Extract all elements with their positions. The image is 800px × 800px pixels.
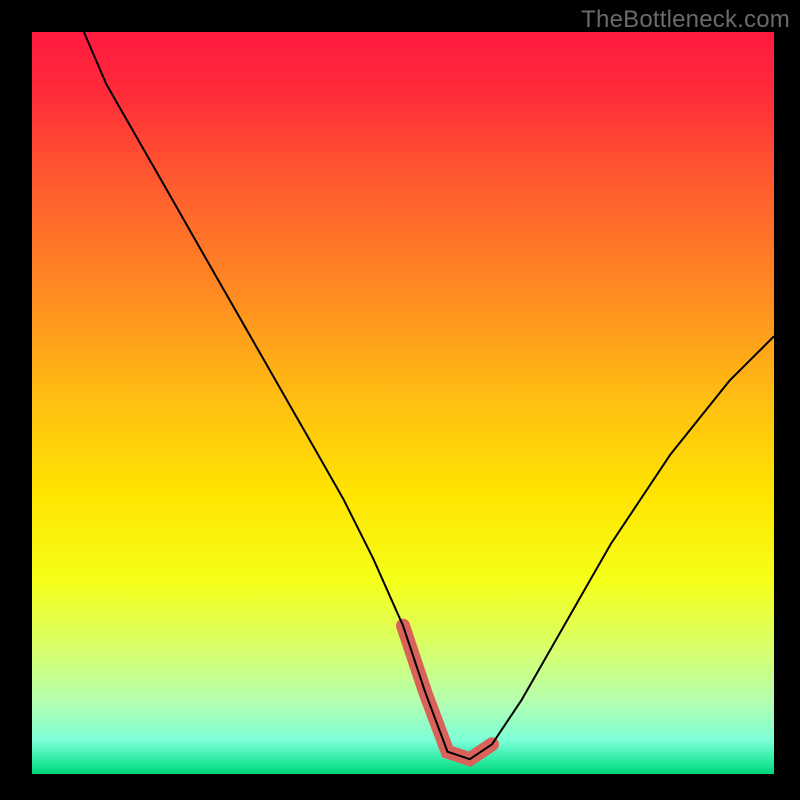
gradient-background bbox=[32, 32, 774, 774]
chart-svg bbox=[32, 32, 774, 774]
watermark-text: TheBottleneck.com bbox=[581, 6, 790, 34]
chart-stage: TheBottleneck.com bbox=[0, 0, 800, 800]
bottleneck-chart bbox=[32, 32, 774, 774]
